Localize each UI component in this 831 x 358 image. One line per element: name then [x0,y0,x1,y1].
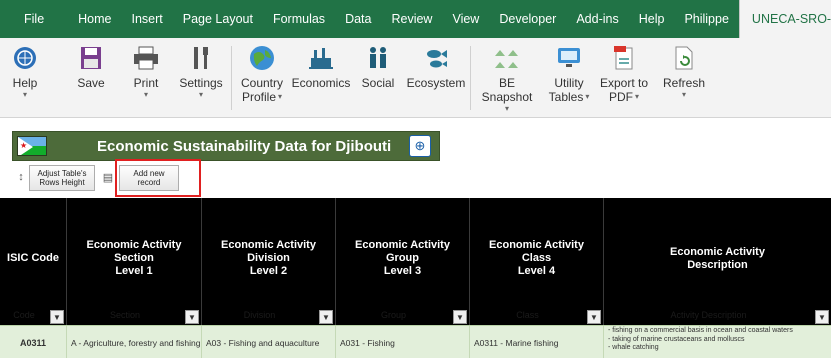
country-profile-button[interactable]: Country Profile ▾ [238,44,286,114]
tab-insert[interactable]: Insert [122,0,173,38]
refresh-label: Refresh [662,76,706,90]
filter-dropdown-icon[interactable]: ▼ [185,310,199,324]
highlight-box [115,159,201,197]
country-profile-label-line2: Profile [241,90,276,104]
economics-button[interactable]: Economics [290,44,352,114]
export-pdf-button[interactable]: Export to PDF ▾ [597,44,651,114]
chevron-down-icon: ▾ [681,90,686,99]
page-title: Economic Sustainability Data for Djibout… [97,137,392,155]
help-button[interactable]: Help ▾ [8,44,42,114]
pdf-icon [610,44,638,72]
floppy-disk-icon [77,44,105,72]
column-header-description[interactable]: Economic Activity Description Activity D… [604,198,831,325]
title-banner: ★ Economic Sustainability Data for Djibo… [12,131,440,161]
filter-dropdown-icon[interactable]: ▼ [815,310,829,324]
column-header-group[interactable]: Economic Activity Group Level 3 Group ▼ [336,198,470,325]
social-label: Social [361,76,395,90]
ribbon-panel: Help ▾ Save Print ▾ Settings ▾ Country P… [0,38,831,118]
ecosystem-button[interactable]: Ecosystem [404,44,468,114]
export-pdf-label-line2: PDF [608,90,633,104]
un-logo-icon: ⊕ [409,135,431,157]
fish-icon [422,44,450,72]
social-button[interactable]: Social [358,44,398,114]
save-button[interactable]: Save [74,44,108,114]
utility-tables-button[interactable]: Utility Tables ▾ [547,44,591,114]
export-pdf-label-line1: Export to [599,76,649,90]
people-icon [364,44,392,72]
cell-class[interactable]: A0311 - Marine fishing [470,326,604,358]
ribbon-tab-bar: File Home Insert Page Layout Formulas Da… [0,0,831,38]
tab-view[interactable]: View [442,0,489,38]
table-header: ISIC Code Code ▼ Economic Activity Secti… [0,198,831,325]
country-profile-label-line1: Country [240,76,284,90]
tab-philippe[interactable]: Philippe [674,0,738,38]
filter-dropdown-icon[interactable]: ▼ [319,310,333,324]
description-line: - taking of marine crustaceans and mollu… [608,335,745,343]
description-line: - fishing on a commercial basis in ocean… [608,327,793,334]
ribbon-separator [470,46,471,110]
table-row: A0311 A - Agriculture, forestry and fish… [0,325,831,358]
column-header-isic-code[interactable]: ISIC Code Code ▼ [0,198,67,325]
refresh-icon [670,44,698,72]
ribbon-separator [231,46,232,110]
column-header-division[interactable]: Economic Activity Division Level 2 Divis… [202,198,336,325]
add-record-icon[interactable]: ▤ [101,168,115,186]
cell-isic-code[interactable]: A0311 [0,326,67,358]
printer-icon [132,44,160,72]
tab-home[interactable]: Home [68,0,121,38]
tab-review[interactable]: Review [381,0,442,38]
worksheet: ★ Economic Sustainability Data for Djibo… [0,119,831,358]
factory-icon [307,44,335,72]
description-line: - whale catching [608,344,659,351]
tab-page-layout[interactable]: Page Layout [173,0,263,38]
print-button[interactable]: Print ▾ [128,44,164,114]
column-header-class[interactable]: Economic Activity Class Level 4 Class ▼ [470,198,604,325]
chevron-down-icon: ▾ [634,92,639,101]
cell-description[interactable]: - fishing on a commercial basis in ocean… [604,326,831,358]
cluster-icon [493,44,521,72]
tab-data[interactable]: Data [335,0,381,38]
globe-icon [248,44,276,72]
be-snapshot-label: BE Snapshot [481,76,533,104]
cell-group[interactable]: A031 - Fishing [336,326,470,358]
save-label: Save [77,76,105,90]
tab-help[interactable]: Help [629,0,675,38]
utility-tables-label-line1: Utility [554,76,584,90]
tab-add-ins[interactable]: Add-ins [566,0,628,38]
un-emblem-icon [11,44,39,72]
economics-label: Economics [291,76,351,90]
chevron-down-icon: ▾ [143,90,148,99]
settings-button[interactable]: Settings ▾ [178,44,224,114]
adjust-rows-icon[interactable]: ↕ [14,168,28,186]
print-label: Print [133,76,159,90]
ecosystem-label: Ecosystem [406,76,466,90]
monitor-icon [555,44,583,72]
column-header-section[interactable]: Economic Activity Section Level 1 Sectio… [67,198,202,325]
settings-label: Settings [179,76,223,90]
cell-section[interactable]: A - Agriculture, forestry and fishing [67,326,202,358]
be-snapshot-button[interactable]: BE Snapshot ▾ [472,44,542,114]
chevron-down-icon: ▾ [198,90,203,99]
refresh-button[interactable]: Refresh ▾ [659,44,709,114]
utility-tables-label-line2: Tables [548,90,584,104]
tab-file[interactable]: File [0,0,68,38]
adjust-rows-height-button[interactable]: Adjust Table's Rows Height [29,165,95,191]
cell-division[interactable]: A03 - Fishing and aquaculture [202,326,336,358]
filter-dropdown-icon[interactable]: ▼ [50,310,64,324]
tab-developer[interactable]: Developer [489,0,566,38]
chevron-down-icon: ▾ [585,92,590,101]
tools-icon [187,44,215,72]
tab-formulas[interactable]: Formulas [263,0,335,38]
chevron-down-icon: ▾ [22,90,27,99]
djibouti-flag-icon: ★ [17,136,47,156]
chevron-down-icon: ▾ [278,92,283,101]
tab-uneca-sro-ea[interactable]: UNECA-SRO-EA [738,0,831,38]
chevron-down-icon: ▾ [504,104,509,113]
help-label: Help [12,76,38,90]
filter-dropdown-icon[interactable]: ▼ [453,310,467,324]
filter-dropdown-icon[interactable]: ▼ [587,310,601,324]
